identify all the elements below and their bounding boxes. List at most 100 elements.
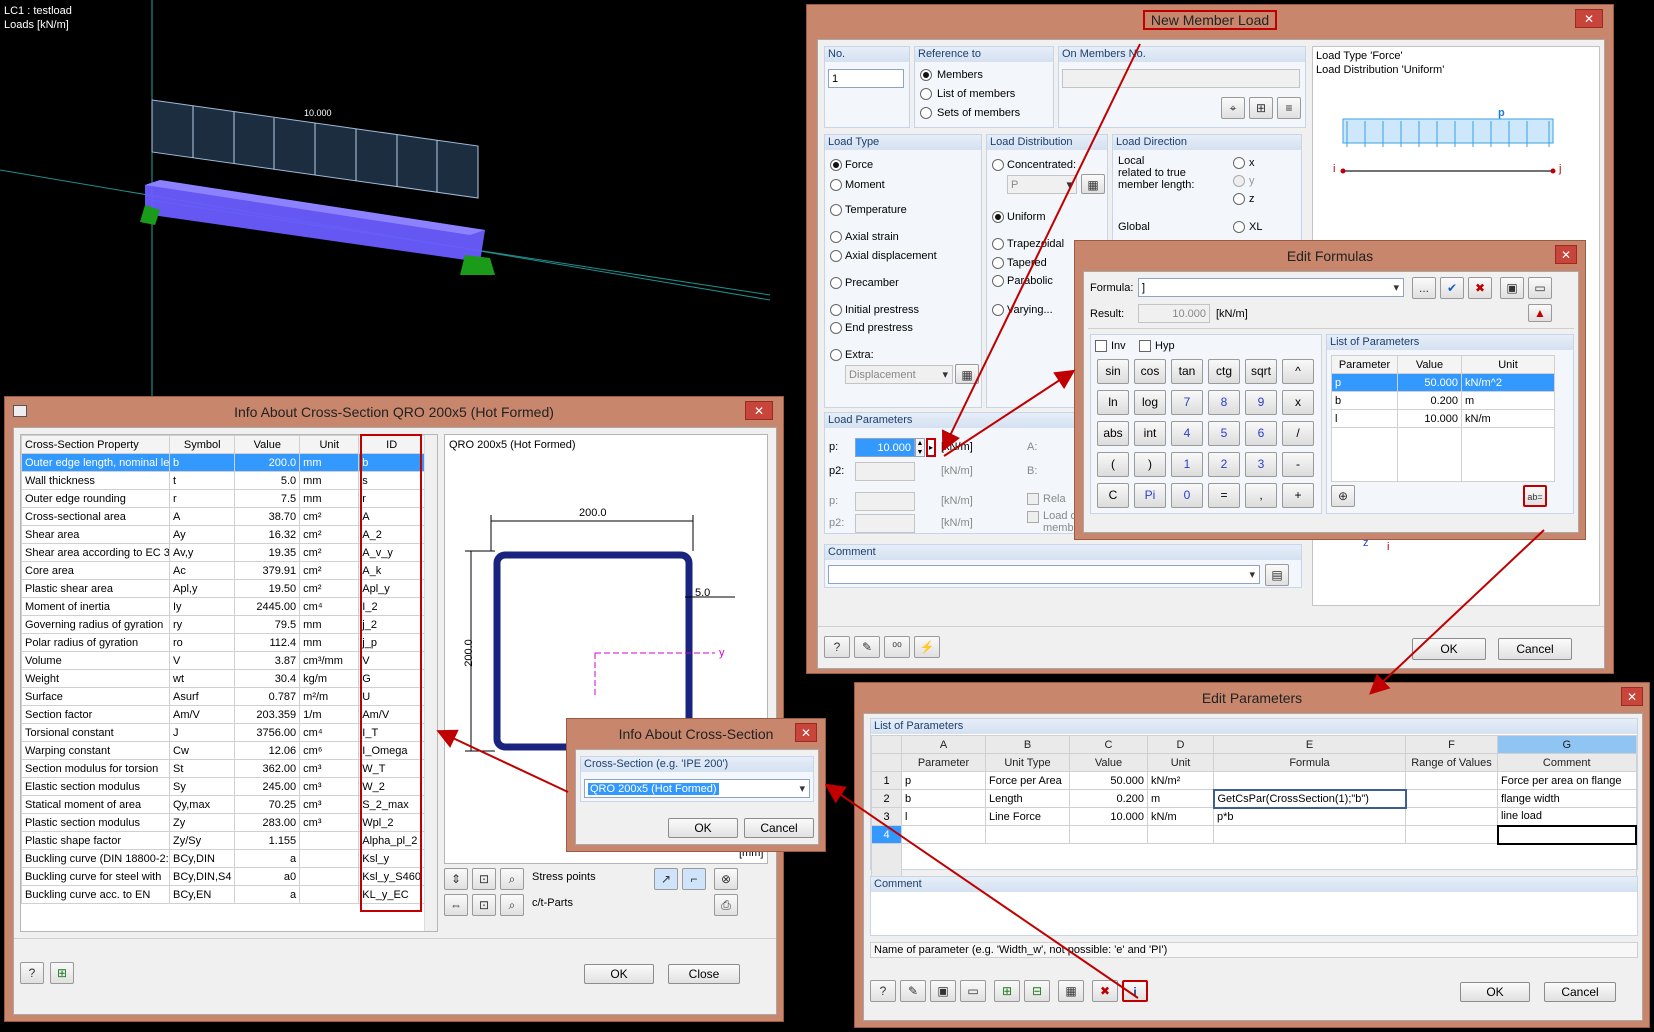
ct-numbering-icon[interactable]: ⊡ bbox=[472, 894, 496, 916]
ep-cancel-button[interactable]: Cancel bbox=[1544, 982, 1616, 1002]
p-formula-button[interactable]: ▸ bbox=[926, 438, 936, 457]
concentrated-select[interactable]: P bbox=[1007, 175, 1077, 194]
lt-extra-radio[interactable] bbox=[830, 349, 842, 361]
table-row[interactable]: l 10.000 kN/m bbox=[1331, 409, 1555, 428]
calc-key-2-0[interactable]: abs bbox=[1097, 421, 1129, 446]
open-icon[interactable]: ▭ bbox=[1528, 277, 1552, 299]
unit-type-cell[interactable]: Force per Area bbox=[985, 771, 1070, 790]
calc-key-0-5[interactable]: ^ bbox=[1282, 359, 1314, 384]
calc-key-0-3[interactable]: ctg bbox=[1208, 359, 1240, 384]
units-icon[interactable]: ⁰⁰ bbox=[884, 636, 910, 658]
unit-type-cell[interactable]: Line Force bbox=[985, 807, 1070, 826]
ref-list-radio[interactable] bbox=[920, 88, 932, 100]
range-cell[interactable] bbox=[1405, 789, 1498, 808]
range-cell[interactable] bbox=[1405, 771, 1498, 790]
comment-cell[interactable]: flange width bbox=[1497, 789, 1637, 808]
param-cell[interactable] bbox=[901, 825, 986, 844]
cs-select[interactable]: QRO 200x5 (Hot Formed) bbox=[584, 779, 810, 798]
open-icon[interactable]: ▭ bbox=[960, 980, 986, 1002]
numbering-icon[interactable]: ⊡ bbox=[472, 868, 496, 890]
calculator-icon[interactable]: ▦ bbox=[1058, 980, 1084, 1002]
comment-cell[interactable]: line load bbox=[1497, 807, 1637, 826]
calc-key-4-0[interactable]: C bbox=[1097, 483, 1129, 508]
save-icon[interactable]: ▣ bbox=[930, 980, 956, 1002]
formula-browse-button[interactable]: ... bbox=[1412, 277, 1436, 299]
zoom-fit-icon[interactable]: ⊗ bbox=[714, 868, 738, 890]
dir-x-radio[interactable] bbox=[1233, 157, 1245, 169]
help-icon[interactable]: ? bbox=[824, 636, 850, 658]
calc-key-0-1[interactable]: cos bbox=[1134, 359, 1166, 384]
table-row[interactable]: p 50.000 kN/m^2 bbox=[1331, 373, 1555, 392]
p-spinner[interactable]: ▲ ▼ bbox=[915, 438, 925, 457]
table-row[interactable]: 1 p Force per Area 50.000 kN/m² Force pe… bbox=[871, 771, 1637, 790]
table-row[interactable]: b 0.200 m bbox=[1331, 391, 1555, 410]
calc-key-3-3[interactable]: 2 bbox=[1208, 452, 1240, 477]
members-list-button[interactable]: ≡ bbox=[1277, 97, 1301, 119]
calc-key-3-5[interactable]: - bbox=[1282, 452, 1314, 477]
calc-key-1-1[interactable]: log bbox=[1134, 390, 1166, 415]
unit-cell[interactable]: kN/m² bbox=[1147, 771, 1214, 790]
calc-key-3-1[interactable]: ) bbox=[1134, 452, 1166, 477]
calc-key-3-2[interactable]: 1 bbox=[1171, 452, 1203, 477]
unit-type-cell[interactable] bbox=[985, 825, 1070, 844]
calc-key-2-5[interactable]: / bbox=[1282, 421, 1314, 446]
extra-edit-button[interactable]: ▦ bbox=[955, 364, 979, 384]
nml-cancel-button[interactable]: Cancel bbox=[1498, 638, 1572, 660]
cs-ok-button[interactable]: OK bbox=[584, 964, 654, 984]
calc-key-0-0[interactable]: sin bbox=[1097, 359, 1129, 384]
axes-icon[interactable]: ↗ bbox=[654, 868, 678, 890]
ld-tapered-radio[interactable] bbox=[992, 257, 1004, 269]
unit-cell[interactable]: kN/m bbox=[1147, 807, 1214, 826]
unit-cell[interactable] bbox=[1147, 825, 1214, 844]
lt-initial-prestress-radio[interactable] bbox=[830, 304, 842, 316]
zoom-icon[interactable]: ⌕ bbox=[500, 868, 524, 890]
calc-key-4-1[interactable]: Pi bbox=[1134, 483, 1166, 508]
ep-ok-button[interactable]: OK bbox=[1460, 982, 1530, 1002]
lt-moment-radio[interactable] bbox=[830, 179, 842, 191]
unit-type-cell[interactable]: Length bbox=[985, 789, 1070, 808]
export-icon[interactable]: ⊞ bbox=[994, 980, 1020, 1002]
value-cell[interactable]: 50.000 bbox=[1069, 771, 1148, 790]
close-button[interactable]: ✕ bbox=[1621, 687, 1643, 706]
scrollbar[interactable] bbox=[424, 435, 437, 931]
print-icon[interactable]: ⎙ bbox=[714, 894, 738, 916]
info-cs-ok-button[interactable]: OK bbox=[668, 818, 738, 838]
ref-sets-radio[interactable] bbox=[920, 107, 932, 119]
edit-icon[interactable]: ✎ bbox=[900, 980, 926, 1002]
lt-end-prestress-radio[interactable] bbox=[830, 322, 842, 334]
lt-axial-disp-radio[interactable] bbox=[830, 250, 842, 262]
calc-key-1-2[interactable]: 7 bbox=[1171, 390, 1203, 415]
coords-icon[interactable]: ⌐ bbox=[682, 868, 706, 890]
p-input[interactable]: 10.000 bbox=[855, 438, 915, 457]
p2-input-2[interactable] bbox=[855, 514, 915, 533]
ld-uniform-radio[interactable] bbox=[992, 211, 1004, 223]
save-icon[interactable]: ▣ bbox=[1500, 277, 1524, 299]
on-members-input[interactable] bbox=[1062, 69, 1300, 88]
lt-axial-strain-radio[interactable] bbox=[830, 231, 842, 243]
dir-y-radio[interactable] bbox=[1233, 175, 1245, 187]
nml-ok-button[interactable]: OK bbox=[1412, 638, 1486, 660]
member-no-input[interactable]: 1 bbox=[828, 69, 904, 88]
comment-edit-button[interactable]: ▤ bbox=[1265, 564, 1289, 586]
nml-comment-input[interactable] bbox=[828, 565, 1260, 584]
table-row[interactable]: 2 b Length 0.200 m GetCsPar(CrossSection… bbox=[871, 788, 1637, 809]
range-cell[interactable] bbox=[1405, 825, 1498, 844]
unit-cell[interactable]: m bbox=[1147, 789, 1214, 808]
calc-key-2-2[interactable]: 4 bbox=[1171, 421, 1203, 446]
lt-temperature-radio[interactable] bbox=[830, 204, 842, 216]
calc-key-4-5[interactable]: + bbox=[1282, 483, 1314, 508]
select-members-button[interactable]: ⊞ bbox=[1249, 97, 1273, 119]
formula-cell[interactable]: GetCsPar(CrossSection(1);"b") bbox=[1212, 788, 1407, 809]
calc-key-3-0[interactable]: ( bbox=[1097, 452, 1129, 477]
value-cell[interactable] bbox=[1069, 825, 1148, 844]
delete-icon[interactable]: ✖ bbox=[1092, 980, 1118, 1002]
load-over-checkbox[interactable] bbox=[1027, 511, 1039, 523]
value-cell[interactable]: 10.000 bbox=[1069, 807, 1148, 826]
calc-key-3-4[interactable]: 3 bbox=[1245, 452, 1277, 477]
delete-icon[interactable]: ✖ bbox=[1468, 277, 1492, 299]
ct-zoom-icon[interactable]: ⌕ bbox=[500, 894, 524, 916]
calc-key-2-4[interactable]: 6 bbox=[1245, 421, 1277, 446]
lt-force-radio[interactable] bbox=[830, 159, 842, 171]
p-input-2[interactable] bbox=[855, 492, 915, 511]
help-icon[interactable]: ? bbox=[20, 962, 44, 984]
